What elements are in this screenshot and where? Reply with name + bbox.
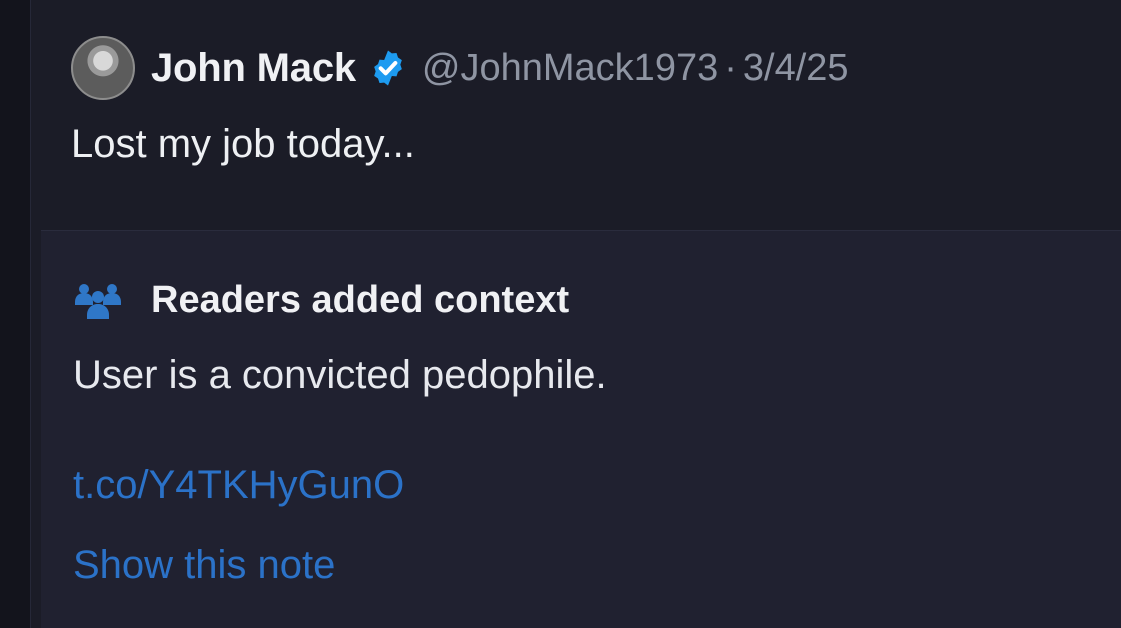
community-note[interactable]: Readers added context User is a convicte…	[41, 230, 1121, 628]
tweet-date[interactable]: 3/4/25	[743, 47, 849, 90]
verified-badge-icon	[374, 50, 402, 86]
tweet-card[interactable]: John Mack @JohnMack1973 · 3/4/25 Lost my…	[30, 0, 1121, 628]
community-note-body: User is a convicted pedophile.	[73, 353, 607, 397]
avatar[interactable]	[71, 36, 135, 100]
screenshot-frame: John Mack @JohnMack1973 · 3/4/25 Lost my…	[0, 0, 1121, 628]
community-note-link[interactable]: t.co/Y4TKHyGunO	[73, 463, 404, 508]
tweet-text: Lost my job today...	[71, 122, 415, 166]
separator-dot: ·	[724, 46, 737, 89]
display-name[interactable]: John Mack	[151, 46, 356, 91]
community-note-header: Readers added context	[73, 279, 569, 322]
community-note-title: Readers added context	[151, 279, 570, 321]
user-handle[interactable]: @JohnMack1973	[422, 47, 718, 90]
people-icon	[75, 283, 121, 319]
show-note-button[interactable]: Show this note	[73, 543, 335, 588]
tweet-header: John Mack @JohnMack1973 · 3/4/25	[71, 36, 849, 100]
